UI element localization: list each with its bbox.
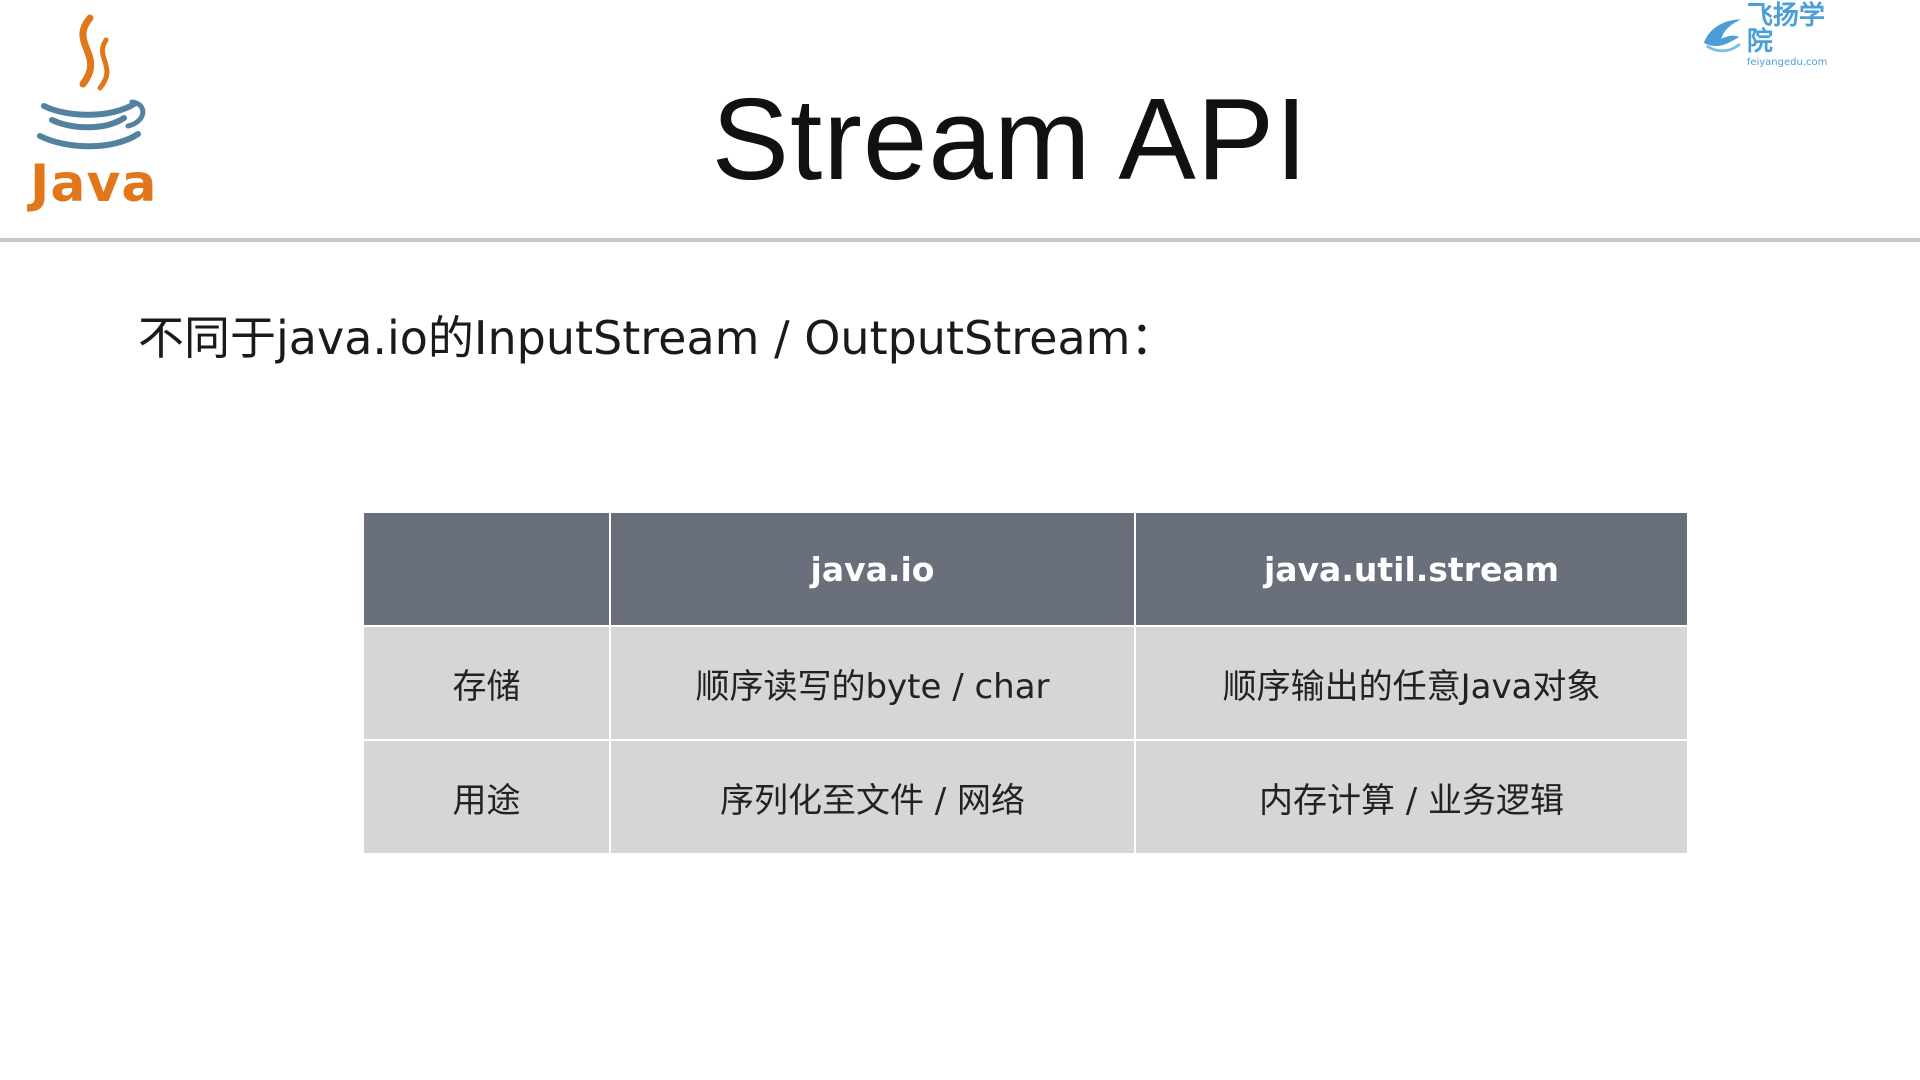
table-cell: 顺序读写的byte / char	[609, 625, 1136, 741]
header-cell-empty	[362, 511, 611, 627]
table-cell: 顺序输出的任意Java对象	[1134, 625, 1689, 741]
title-divider	[0, 238, 1920, 242]
slide: Java 飞扬学院 feiyangedu.com Stream API 不同于j…	[0, 0, 1920, 1080]
header-cell-java-io: java.io	[609, 511, 1136, 627]
bird-icon	[1703, 19, 1741, 53]
table-row: 存储 顺序读写的byte / char 顺序输出的任意Java对象	[362, 625, 1689, 741]
brand-url: feiyangedu.com	[1746, 56, 1828, 68]
table-row: 用途 序列化至文件 / 网络 内存计算 / 业务逻辑	[362, 739, 1689, 855]
table-cell: 序列化至文件 / 网络	[609, 739, 1136, 855]
comparison-table: java.io java.util.stream 存储 顺序读写的byte / …	[362, 511, 1689, 855]
subtitle: 不同于java.io的InputStream / OutputStream：	[138, 311, 1177, 365]
table-cell: 内存计算 / 业务逻辑	[1134, 739, 1689, 855]
header-cell-java-util-stream: java.util.stream	[1134, 511, 1689, 627]
row-label-cell: 存储	[362, 625, 611, 741]
row-label-cell: 用途	[362, 739, 611, 855]
table-header-row: java.io java.util.stream	[362, 511, 1689, 627]
brand-name: 飞扬学院	[1746, 0, 1825, 57]
slide-title: Stream API	[711, 74, 1309, 204]
brand-logo: 飞扬学院 feiyangedu.com	[1700, 3, 1848, 67]
